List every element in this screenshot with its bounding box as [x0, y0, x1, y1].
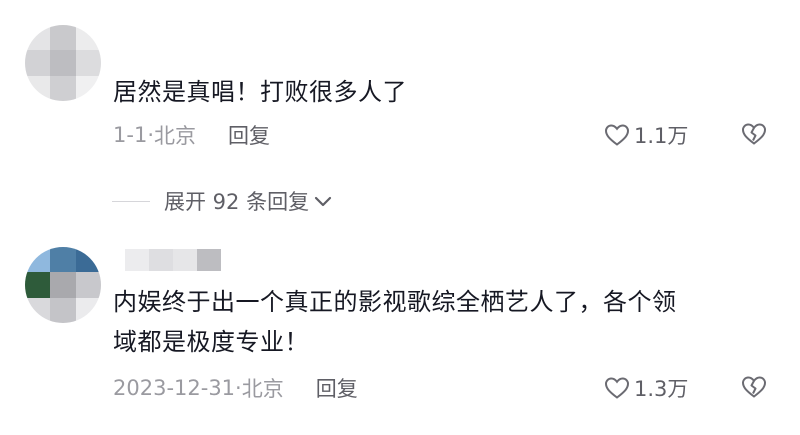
heart-outline-icon: [604, 377, 630, 399]
comment-text-line: 内娱终于出一个真正的影视歌综全栖艺人了，各个领: [113, 288, 677, 316]
broken-heart-icon: [741, 123, 767, 145]
comment-text: 内娱终于出一个真正的影视歌综全栖艺人了，各个领 域都是极度专业！: [113, 282, 753, 362]
comment-date: 1-1: [113, 123, 148, 147]
username-blurred[interactable]: [125, 249, 221, 271]
like-count: 1.3万: [634, 377, 689, 401]
dislike-button[interactable]: [740, 122, 768, 150]
divider-line: [112, 200, 150, 202]
reply-button[interactable]: 回复: [228, 120, 270, 150]
like-button[interactable]: 1.1万: [604, 120, 688, 150]
meta-separator: ·: [235, 376, 242, 400]
reply-button[interactable]: 回复: [316, 373, 358, 403]
heart-outline-icon: [604, 124, 630, 146]
dislike-button[interactable]: [740, 375, 768, 403]
expand-replies-label: 展开 92 条回复: [164, 190, 310, 214]
meta-separator: ·: [147, 123, 154, 147]
broken-heart-icon: [741, 376, 767, 398]
comment-text-line: 域都是极度专业！: [113, 328, 309, 356]
avatar[interactable]: [25, 247, 101, 323]
comment-text-content: 居然是真唱！打败很多人了: [113, 78, 407, 106]
comment-text: 居然是真唱！打败很多人了: [113, 72, 753, 112]
avatar[interactable]: [25, 25, 101, 101]
chevron-down-icon: [314, 196, 332, 207]
comment-location: 北京: [241, 377, 284, 401]
comment-date: 2023-12-31: [113, 376, 236, 400]
comment-meta: 2023-12-31 · 北京 回复: [113, 373, 358, 403]
comment-location: 北京: [154, 124, 196, 148]
expand-replies-button[interactable]: 展开 92 条回复: [112, 186, 333, 216]
like-button[interactable]: 1.3万: [604, 373, 688, 403]
like-count: 1.1万: [634, 124, 689, 148]
comment-meta: 1-1 · 北京 回复: [113, 120, 270, 150]
